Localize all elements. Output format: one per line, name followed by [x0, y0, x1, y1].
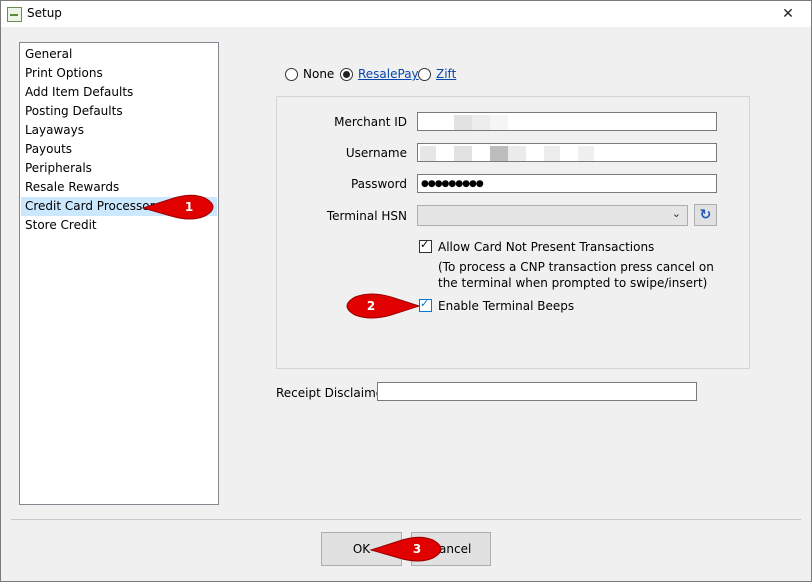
- zift-link[interactable]: Zift: [436, 67, 456, 81]
- radio-none-circle[interactable]: [285, 67, 298, 81]
- receipt-disclaimer-input[interactable]: [377, 382, 697, 401]
- radio-option-resalepay[interactable]: ResalePay: [340, 66, 419, 82]
- close-button[interactable]: ✕: [765, 1, 811, 27]
- password-value: ●●●●●●●●●: [421, 179, 484, 189]
- nav-item-peripherals[interactable]: Peripherals: [21, 159, 217, 178]
- allow-cnp-checkbox[interactable]: ✓: [419, 238, 432, 253]
- radio-resalepay-circle[interactable]: [340, 67, 353, 81]
- username-input[interactable]: [417, 143, 717, 162]
- terminal-hsn-dropdown[interactable]: ⌄: [417, 205, 688, 226]
- refresh-icon: ↻: [699, 207, 712, 223]
- callout-3-number: 3: [412, 542, 422, 556]
- radio-option-zift[interactable]: Zift: [418, 66, 456, 82]
- terminal-hsn-label: Terminal HSN: [326, 209, 407, 223]
- footer-divider: [11, 519, 801, 520]
- processor-settings-group: [276, 96, 750, 369]
- nav-item-posting-defaults[interactable]: Posting Defaults: [21, 102, 217, 121]
- password-input[interactable]: ●●●●●●●●●: [417, 174, 717, 193]
- cnp-note: (To process a CNP transaction press canc…: [438, 260, 714, 290]
- allow-cnp-label: Allow Card Not Present Transactions: [438, 240, 655, 254]
- nav-item-general[interactable]: General: [21, 45, 217, 64]
- nav-item-print-options[interactable]: Print Options: [21, 64, 217, 83]
- check-icon: ✓: [420, 238, 430, 251]
- enable-terminal-beeps-label: Enable Terminal Beeps: [438, 299, 575, 313]
- window-title: Setup: [27, 6, 62, 20]
- merchant-id-label: Merchant ID: [334, 115, 407, 129]
- setup-window: Setup ✕ General Print Options Add Item D…: [0, 0, 812, 582]
- callout-1-marker: 1: [141, 194, 221, 220]
- radio-none-label: None: [303, 67, 335, 81]
- refresh-hsn-button[interactable]: ↻: [694, 204, 717, 226]
- username-label: Username: [345, 146, 407, 160]
- title-bar: Setup ✕: [1, 1, 811, 27]
- chevron-down-icon: ⌄: [671, 207, 681, 220]
- nav-item-add-item-defaults[interactable]: Add Item Defaults: [21, 83, 217, 102]
- password-label: Password: [350, 177, 407, 191]
- settings-nav-list: General Print Options Add Item Defaults …: [19, 42, 219, 505]
- radio-zift-circle[interactable]: [418, 67, 431, 81]
- nav-item-layaways[interactable]: Layaways: [21, 121, 217, 140]
- merchant-id-input[interactable]: [417, 112, 717, 131]
- radio-option-none[interactable]: None: [285, 66, 334, 82]
- callout-3-marker: 3: [369, 536, 449, 562]
- resalepay-link[interactable]: ResalePay: [358, 67, 419, 81]
- check-icon: ✓: [420, 297, 430, 310]
- app-icon: [7, 7, 22, 22]
- callout-2-marker: 2: [339, 293, 421, 319]
- receipt-disclaimer-label: Receipt Disclaimer: [276, 386, 389, 400]
- callout-2-number: 2: [366, 299, 376, 313]
- nav-item-payouts[interactable]: Payouts: [21, 140, 217, 159]
- callout-1-number: 1: [184, 200, 194, 214]
